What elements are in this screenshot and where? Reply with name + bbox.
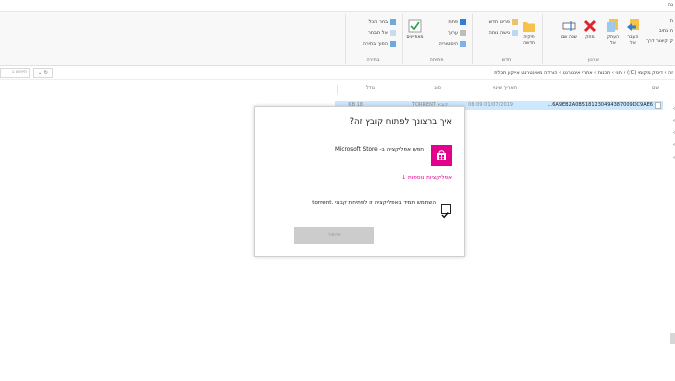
delete-icon — [583, 18, 597, 34]
ok-button[interactable]: אישור — [294, 227, 374, 244]
move-to-icon — [626, 18, 640, 34]
column-size[interactable]: גודל — [366, 85, 375, 91]
column-name[interactable]: שם — [652, 85, 659, 91]
new-item-button[interactable]: פריט חדש — [489, 19, 518, 25]
new-folder-button[interactable]: תיקיה חדשה — [520, 18, 538, 47]
ribbon-tab-strip: גה — [0, 0, 675, 12]
ribbon-tab[interactable]: גה — [668, 2, 673, 8]
clipboard-fragment-1[interactable]: ת — [670, 18, 673, 24]
new-item-icon — [512, 19, 518, 25]
breadcrumb[interactable]: זה › דיסק מקומי (C:) › חני › תכנות › אתר… — [56, 68, 673, 78]
open-icon — [460, 19, 466, 25]
always-use-checkbox[interactable] — [441, 204, 451, 219]
column-separator[interactable] — [337, 85, 338, 94]
always-use-label: השתמש תמיד באפליקציה זו לפתיחת קבצי .tor… — [312, 200, 436, 206]
refresh-button[interactable]: ↻ ⌄ — [33, 68, 53, 78]
ribbon-group-organize: העבר אל העתק אל מחק שנה שם ארגון — [542, 14, 644, 64]
file-icon — [655, 102, 661, 113]
more-apps-link[interactable]: אפליקציות נוספות ↓ — [401, 175, 452, 181]
edit-icon — [460, 30, 466, 36]
rename-button[interactable]: שנה שם — [560, 18, 578, 41]
ribbon-group-select: בחר הכל אל תבחר הפוך בחירה בחירה — [345, 14, 400, 64]
copy-to-icon — [606, 18, 620, 34]
store-option-label[interactable]: חפש אפליקציה ב- Microsoft Store — [335, 147, 424, 153]
clipboard-fragment-2[interactable]: ח נתיב — [659, 28, 673, 34]
select-none-button[interactable]: אל תבחר — [368, 30, 396, 36]
properties-button[interactable]: מאפיינים — [406, 18, 424, 41]
new-folder-icon — [522, 18, 536, 34]
ribbon-group-open: מאפיינים פתח ערוך היסטוריה פתיחה — [402, 14, 470, 64]
ribbon: ת ח נתיב ק קיצור דרך העבר אל העתק אל מחק — [0, 12, 675, 66]
select-all-icon — [390, 19, 396, 25]
ribbon-group-new: תיקיה חדשה פריט חדש גישה נוחה חדש — [472, 14, 540, 64]
rename-icon — [562, 18, 576, 34]
file-name: 6A9EB2A0B5181230494387009DC9AE6... — [547, 102, 653, 108]
easy-access-button[interactable]: גישה נוחה — [489, 30, 518, 36]
move-to-button[interactable]: העבר אל — [624, 18, 642, 47]
clipboard-fragment-3[interactable]: ק קיצור דרך — [646, 38, 673, 44]
checkmark-icon — [441, 212, 449, 219]
column-date[interactable]: תאריך שינוי — [493, 85, 517, 91]
open-with-dialog: איך ברצונך לפתוח קובץ זה? חפש אפליקציה ב… — [254, 106, 465, 257]
properties-icon — [408, 18, 422, 34]
history-icon — [460, 41, 466, 47]
history-button[interactable]: היסטוריה — [439, 41, 466, 47]
column-type[interactable]: סוג — [434, 85, 441, 91]
dialog-title: איך ברצונך לפתוח קובץ זה? — [349, 117, 452, 127]
select-all-button[interactable]: בחר הכל — [369, 19, 396, 25]
copy-to-button[interactable]: העתק אל — [604, 18, 622, 47]
invert-selection-button[interactable]: הפוך בחירה — [363, 41, 396, 47]
select-none-icon — [390, 30, 396, 36]
delete-button[interactable]: מחק — [581, 18, 599, 41]
edit-button[interactable]: ערוך — [448, 30, 466, 36]
easy-access-icon — [512, 30, 518, 36]
column-headers: שם תאריך שינוי סוג גודל — [0, 82, 675, 94]
scrollbar-thumb[interactable] — [670, 333, 675, 344]
search-input[interactable]: חיפוש ב — [0, 68, 30, 78]
microsoft-store-icon[interactable] — [431, 145, 452, 166]
file-date: 01/07/2019 06:09 — [468, 102, 513, 108]
address-bar: זה › דיסק מקומי (C:) › חני › תכנות › אתר… — [0, 66, 675, 80]
invert-selection-icon — [390, 41, 396, 47]
open-button[interactable]: פתח — [448, 19, 466, 25]
